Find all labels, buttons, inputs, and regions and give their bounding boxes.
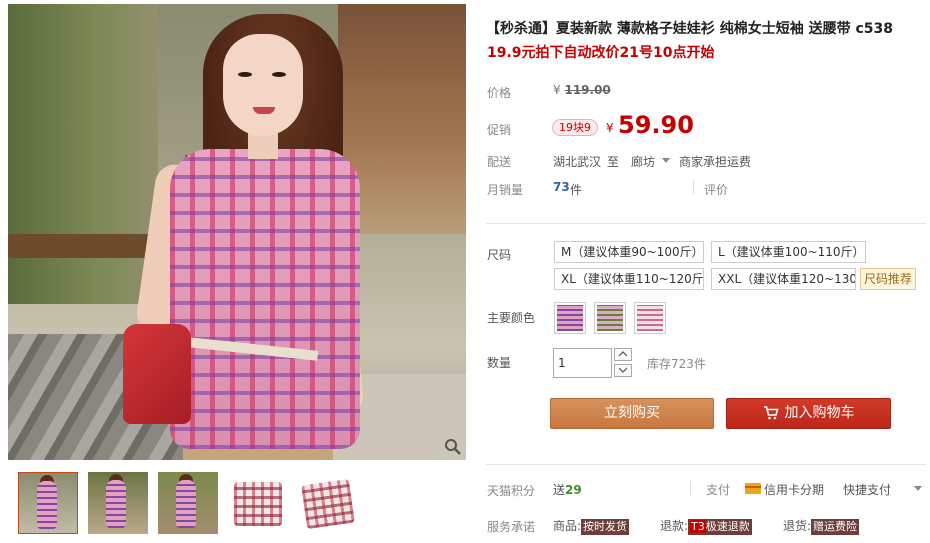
model-plaid-shirt [170,149,360,449]
thumbnail-3[interactable] [158,472,218,534]
size-option-l[interactable]: L（建议体重100~110斤） [711,241,866,263]
thumbnail-5[interactable] [298,472,358,534]
shipping-fee: 商家承担运费 [679,155,752,169]
payment-label: 支付 [706,483,731,497]
original-price-currency: ¥ [553,83,561,97]
promo-currency: ¥ [606,121,614,135]
shipping-to-word: 至 [607,155,620,169]
color-swatch-2[interactable] [594,302,626,334]
shipping-destination[interactable]: 廊坊 [631,153,655,170]
points-value: 送29 [553,481,582,498]
size-label: 尺码 [487,248,512,262]
section-divider [486,464,926,465]
model-eye-right [272,72,286,77]
model-face [223,34,303,136]
sales-count: 73 [553,180,570,194]
chevron-down-icon[interactable] [914,486,922,491]
section-divider [486,223,926,224]
service-refund-prefix: 退款: [660,519,689,533]
buy-now-label: 立刻购买 [604,405,660,421]
divider [693,180,694,194]
thumbnail-2[interactable] [88,472,148,534]
size-option-xl[interactable]: XL（建议体重110~120斤 [554,268,704,290]
service-return-prefix: 退货: [783,519,812,533]
thumbnail-4[interactable] [228,472,288,534]
price-label: 价格 [487,86,512,100]
service-refund-tag[interactable]: T3极速退款 [688,519,752,535]
service-refund: 退款: T3极速退款 [660,517,752,535]
product-title: 【秒杀通】夏装新款 薄款格子娃娃衫 纯棉女士短袖 送腰带 c538 [486,21,894,37]
color-swatch-3[interactable] [634,302,666,334]
photo-background-wall [8,4,158,304]
zoom-icon[interactable] [444,438,462,456]
original-price-value: 119.00 [564,83,611,97]
service-label: 服务承诺 [487,520,536,534]
service-goods-tag[interactable]: 按时发货 [581,519,630,535]
model-mouth [253,107,275,114]
size-option-xxl[interactable]: XXL（建议体重120~130 [711,268,856,290]
service-goods-prefix: 商品: [553,519,582,533]
points-label: 天猫积分 [487,484,536,498]
shipping-label: 配送 [487,155,512,169]
shipping-from: 湖北武汉 [553,155,602,169]
add-to-cart-label: 加入购物车 [784,405,855,421]
service-refund-text: 极速退款 [705,520,750,533]
size-recommend-button[interactable]: 尺码推荐 [860,268,917,290]
buy-now-button[interactable]: 立刻购买 [550,398,714,429]
sales-label: 月销量 [487,183,524,197]
chevron-down-icon [619,367,627,373]
quantity-increase-button[interactable] [614,348,632,361]
points-send: 送 [553,483,566,497]
product-subtitle: 19.9元拍下自动改价21号10点开始 [487,45,715,61]
service-return: 退货: 赠运费险 [783,517,860,535]
review-link[interactable]: 评价 [704,181,728,198]
quantity-decrease-button[interactable] [614,364,632,377]
promo-price: 59.90 [618,111,694,139]
quantity-input[interactable] [553,348,612,378]
thumbnail-1[interactable] [18,472,78,534]
original-price: ¥ 119.00 [553,83,611,97]
promo-badge: 19块9 [552,119,598,136]
promo-label: 促销 [487,123,512,137]
service-return-tag[interactable]: 赠运费险 [811,519,860,535]
quick-pay[interactable]: 快捷支付 [843,481,891,498]
service-goods: 商品: 按时发货 [553,517,630,535]
quantity-label: 数量 [487,356,512,370]
color-label: 主要颜色 [487,311,536,325]
size-option-m[interactable]: M（建议体重90~100斤） [554,241,704,263]
points-amount: 29 [565,483,582,497]
chevron-up-icon [619,351,627,357]
add-to-cart-button[interactable]: 加入购物车 [726,398,891,429]
color-swatch-1[interactable] [554,302,586,334]
credit-installment[interactable]: 信用卡分期 [764,481,824,498]
credit-card-icon [745,483,761,494]
stock-text: 库存723件 [647,357,706,371]
service-refund-mark: T3 [690,520,706,533]
model-eye-left [238,72,252,77]
main-product-image[interactable] [8,4,466,460]
sales-unit: 件 [570,183,583,197]
cart-icon [763,406,779,420]
model-red-bag [123,324,191,424]
divider [690,481,691,495]
chevron-down-icon[interactable] [662,158,670,163]
